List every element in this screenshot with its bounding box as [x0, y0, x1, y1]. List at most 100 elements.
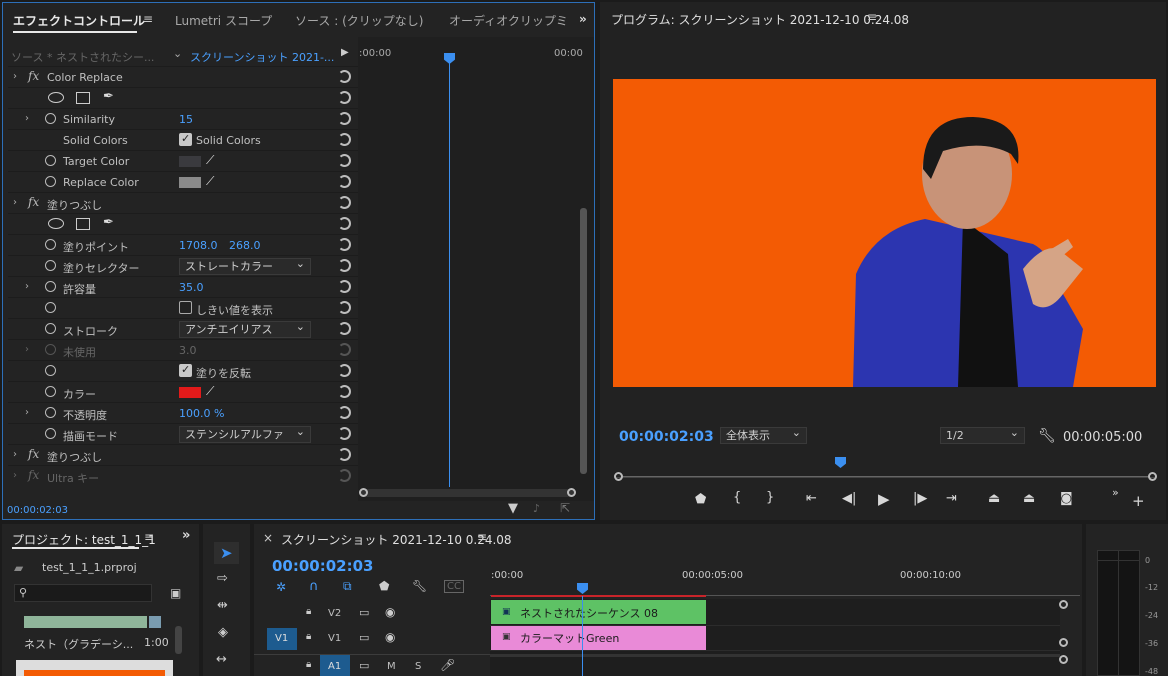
- effect-row[interactable]: 塗りポイント 1708.0 268.0: [8, 234, 358, 255]
- extract-icon[interactable]: ⏏: [1023, 491, 1035, 506]
- effect-row[interactable]: › 許容量 35.0: [8, 276, 358, 297]
- vertical-scrollbar[interactable]: [580, 208, 587, 474]
- clip-thumbnail[interactable]: [24, 616, 147, 628]
- fx-icon[interactable]: fx: [28, 195, 39, 209]
- wrench-icon[interactable]: 🔧︎: [412, 579, 427, 593]
- reset-icon[interactable]: [338, 301, 351, 314]
- project-title[interactable]: プロジェクト: test_1_1_1: [12, 531, 156, 548]
- add-marker-icon[interactable]: ⬟: [379, 579, 389, 593]
- v-scroll-handle[interactable]: [1059, 638, 1068, 647]
- expand-chevron-icon[interactable]: ›: [13, 449, 17, 460]
- a-scroll-handle[interactable]: [1059, 655, 1068, 664]
- export-icon[interactable]: ⇱: [560, 501, 570, 515]
- v-scroll-handle[interactable]: [1059, 600, 1068, 609]
- stopwatch-icon[interactable]: [45, 365, 56, 376]
- effect-row[interactable]: › 不透明度 100.0 %: [8, 402, 358, 423]
- reset-icon[interactable]: [338, 133, 351, 146]
- tab-lumetri-scopes[interactable]: Lumetri スコープ: [175, 12, 272, 29]
- eyedropper-icon[interactable]: ⟋: [206, 153, 214, 168]
- color-swatch[interactable]: [179, 156, 201, 167]
- effect-row[interactable]: › Similarity 15: [8, 108, 358, 129]
- effect-row[interactable]: › 未使用 3.0: [8, 339, 358, 360]
- mark-out-icon[interactable]: }: [766, 490, 774, 505]
- scroll-handle-right[interactable]: [567, 488, 576, 497]
- rectangle-mask-icon[interactable]: [76, 92, 90, 104]
- effect-row[interactable]: ✒: [8, 87, 358, 108]
- reset-icon[interactable]: [338, 469, 351, 482]
- expand-chevron-icon[interactable]: ›: [25, 407, 29, 418]
- step-forward-icon[interactable]: |▶: [913, 491, 927, 506]
- property-dropdown[interactable]: ストレートカラー: [179, 256, 311, 275]
- linked-selection-icon[interactable]: ⧉: [343, 579, 352, 594]
- reset-icon[interactable]: [338, 196, 351, 209]
- project-scrollbar[interactable]: [175, 626, 182, 654]
- reset-icon[interactable]: [338, 427, 351, 440]
- fx-icon[interactable]: fx: [28, 468, 39, 482]
- reset-icon[interactable]: [338, 259, 351, 272]
- stopwatch-icon[interactable]: [45, 281, 56, 292]
- reset-icon[interactable]: [338, 448, 351, 461]
- panel-menu-icon[interactable]: ≡: [143, 12, 153, 26]
- sync-lock-icon[interactable]: ▭: [359, 659, 369, 672]
- tab-effect-controls[interactable]: エフェクトコントロール: [13, 12, 145, 29]
- rectangle-mask-icon[interactable]: [76, 218, 90, 230]
- go-to-in-icon[interactable]: ⇤: [806, 491, 817, 506]
- property-dropdown[interactable]: ステンシルアルファ: [179, 424, 311, 443]
- reset-icon[interactable]: [338, 112, 351, 125]
- fx-icon[interactable]: fx: [28, 69, 39, 83]
- property-value-2[interactable]: 268.0: [229, 239, 261, 252]
- play-icon[interactable]: ▶: [878, 490, 890, 508]
- track-v1-label[interactable]: V1: [328, 633, 341, 644]
- program-playhead[interactable]: [835, 457, 846, 468]
- pen-mask-icon[interactable]: ✒: [103, 215, 114, 230]
- tab-source[interactable]: ソース : (クリップなし): [295, 12, 423, 29]
- mini-timeline[interactable]: [358, 37, 594, 501]
- color-swatch[interactable]: [179, 177, 201, 188]
- property-value[interactable]: 15: [179, 113, 193, 126]
- nest-toggle-icon[interactable]: ✲: [276, 580, 286, 594]
- zoom-handle-right[interactable]: [1148, 472, 1157, 481]
- horizontal-scrollbar[interactable]: [359, 489, 575, 497]
- fx-icon[interactable]: fx: [28, 447, 39, 461]
- eyedropper-icon[interactable]: ⟋: [206, 174, 214, 189]
- resolution-dropdown[interactable]: 1/2: [940, 425, 1025, 444]
- reset-icon[interactable]: [338, 154, 351, 167]
- eye-icon[interactable]: ◉: [385, 605, 395, 619]
- checkbox[interactable]: [179, 363, 192, 377]
- current-time[interactable]: 00:00:02:03: [7, 505, 68, 516]
- source-selector[interactable]: ソース * ネストされたシー...: [11, 49, 154, 65]
- reset-icon[interactable]: [338, 238, 351, 251]
- selection-tool-icon[interactable]: ➤: [220, 544, 233, 562]
- stopwatch-icon[interactable]: [45, 239, 56, 250]
- reset-icon[interactable]: [338, 343, 351, 356]
- expand-chevron-icon[interactable]: ›: [25, 344, 29, 355]
- panel-menu-icon[interactable]: ≡: [867, 10, 877, 24]
- reset-icon[interactable]: [338, 322, 351, 335]
- reset-icon[interactable]: [338, 280, 351, 293]
- zoom-handle-left[interactable]: [614, 472, 623, 481]
- more-tabs-icon[interactable]: »: [182, 528, 190, 543]
- effect-row[interactable]: › fx 塗りつぶし: [8, 444, 358, 465]
- step-back-icon[interactable]: ◀|: [842, 491, 856, 506]
- property-value[interactable]: 35.0: [179, 281, 204, 294]
- track-a1-label[interactable]: A1: [328, 661, 341, 672]
- effect-row[interactable]: Solid Colors Solid Colors: [8, 129, 358, 150]
- effect-row[interactable]: ✒: [8, 213, 358, 234]
- stopwatch-icon[interactable]: [45, 407, 56, 418]
- program-current-time[interactable]: 00:00:02:03: [619, 429, 714, 445]
- work-area-bar[interactable]: [491, 595, 706, 597]
- microphone-icon[interactable]: 🎤︎: [440, 658, 455, 672]
- pen-mask-icon[interactable]: ✒: [103, 89, 114, 104]
- effect-row[interactable]: カラー ⟋: [8, 381, 358, 402]
- expand-chevron-icon[interactable]: ›: [13, 197, 17, 208]
- lock-icon[interactable]: 🔒︎: [306, 659, 311, 670]
- ellipse-mask-icon[interactable]: [48, 92, 64, 103]
- eye-icon[interactable]: ◉: [385, 630, 395, 644]
- effect-row[interactable]: › fx Ultra キー: [8, 465, 358, 486]
- add-marker-icon[interactable]: ⬟: [695, 492, 706, 507]
- wrench-icon[interactable]: 🔧︎: [1038, 428, 1056, 444]
- expand-chevron-icon[interactable]: ›: [13, 71, 17, 82]
- project-item-name[interactable]: ネスト（グラデーシ...: [24, 636, 133, 652]
- reset-icon[interactable]: [338, 406, 351, 419]
- play-icon[interactable]: ▶: [341, 47, 349, 58]
